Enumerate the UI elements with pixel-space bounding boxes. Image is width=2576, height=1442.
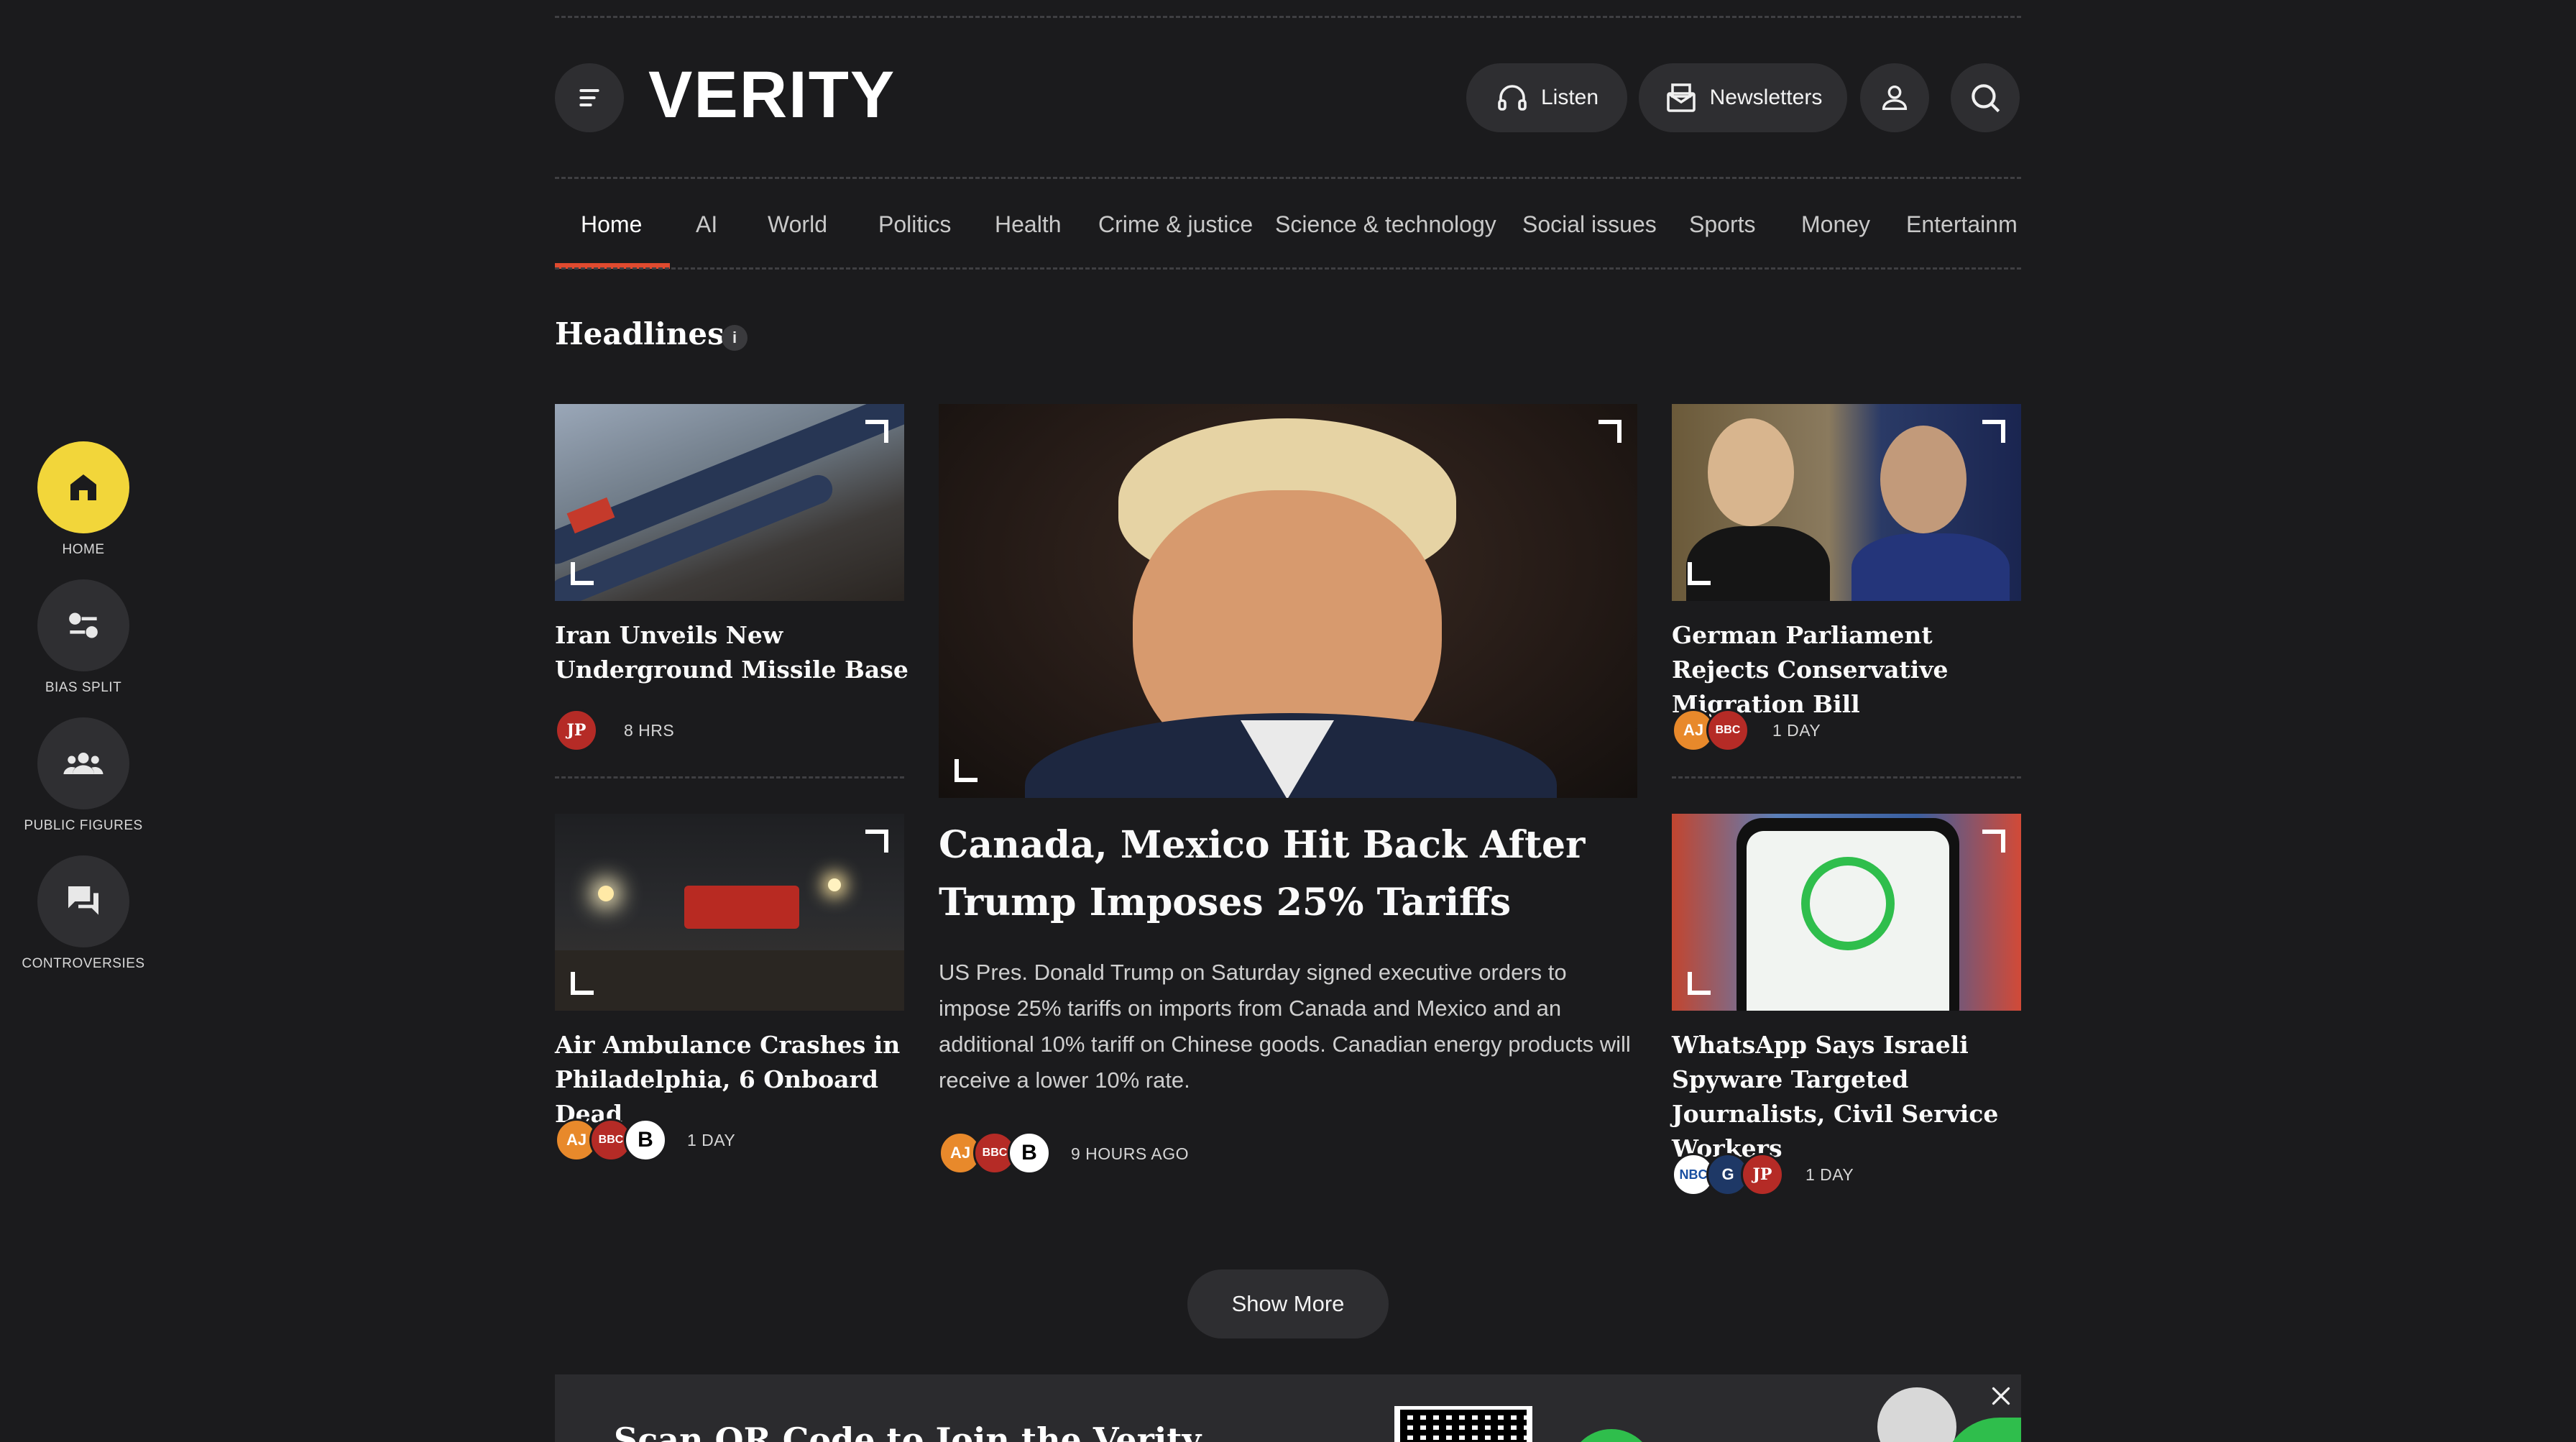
info-icon[interactable]: i (722, 325, 748, 351)
suit-shape (1852, 533, 2010, 601)
rail-bias-split-label: BIAS SPLIT (45, 680, 122, 695)
story-headline[interactable]: Iran Unveils New Underground Missile Bas… (555, 618, 914, 687)
newsletter-icon (1666, 83, 1696, 112)
nav-divider (555, 267, 2021, 270)
nav-tab-politics[interactable]: Politics (878, 211, 951, 238)
story-image-german[interactable] (1672, 404, 2021, 601)
rail-home-button[interactable] (37, 441, 129, 533)
story-headline[interactable]: Air Ambulance Crashes in Philadelphia, 6… (555, 1028, 914, 1131)
expand-corner-icon (571, 972, 594, 995)
story-image-featured[interactable] (939, 404, 1637, 798)
rail-home-label: HOME (62, 542, 105, 557)
light-shape (598, 886, 614, 901)
headphones-icon (1498, 85, 1527, 111)
info-icon-glyph: i (732, 329, 737, 346)
nav-tab-home[interactable]: Home (581, 211, 642, 238)
featured-summary: US Pres. Donald Trump on Saturday signed… (939, 960, 1631, 1093)
top-divider (555, 16, 2021, 18)
close-icon (1992, 1387, 2010, 1405)
close-banner-button[interactable] (1988, 1383, 2014, 1409)
header-divider (555, 177, 2021, 179)
newsletters-button[interactable]: Newsletters (1639, 63, 1847, 132)
rail-bias-split-button[interactable] (37, 579, 129, 671)
app-promo-banner: Scan QR Code to Join the Verity (555, 1374, 2021, 1442)
story-time: 9 HOURS AGO (1071, 1144, 1189, 1163)
rail-controversies-button[interactable] (37, 855, 129, 947)
story-time: 1 DAY (1806, 1165, 1854, 1184)
story-image-iran[interactable] (555, 404, 904, 601)
nav-tab-science-technology[interactable]: Science & technology (1275, 211, 1496, 238)
expand-corner-icon (1598, 420, 1622, 443)
nav-tab-money[interactable]: Money (1801, 211, 1870, 238)
decor-shape (1568, 1429, 1655, 1442)
expand-corner-icon (1982, 420, 2005, 443)
story-time: 8 HRS (624, 721, 675, 740)
expand-corner-icon (1688, 562, 1711, 585)
expand-corner-icon (1982, 830, 2005, 853)
chat-icon (68, 886, 98, 915)
ground-shape (555, 950, 904, 1011)
show-more-button[interactable]: Show More (1187, 1269, 1389, 1338)
qr-code-image (1394, 1406, 1532, 1442)
story-image-air-ambulance[interactable] (555, 814, 904, 1011)
nav-tab-sports[interactable]: Sports (1689, 211, 1755, 238)
nav-tab-entertainment[interactable]: Entertainm (1906, 211, 2018, 238)
expand-corner-icon (571, 562, 594, 585)
menu-button[interactable] (555, 63, 624, 132)
story-time: 1 DAY (687, 1131, 736, 1149)
expand-corner-icon (865, 830, 888, 853)
person-illustration (1877, 1387, 1956, 1442)
missile-shape (555, 404, 904, 569)
nav-tab-world[interactable]: World (768, 211, 827, 238)
rail-public-figures-label: PUBLIC FIGURES (24, 818, 143, 833)
face-shape (1880, 426, 1966, 533)
source-logo-breitbart[interactable]: B (624, 1119, 667, 1162)
listen-label: Listen (1540, 86, 1599, 109)
verity-logo[interactable]: VERITY (648, 58, 896, 133)
nav-tab-social-issues[interactable]: Social issues (1522, 211, 1657, 238)
expand-corner-icon (954, 759, 978, 782)
qr-pattern (1400, 1410, 1527, 1442)
featured-headline[interactable]: Canada, Mexico Hit Back After Trump Impo… (939, 817, 1637, 932)
nav-tab-crime-justice[interactable]: Crime & justice (1098, 211, 1253, 238)
source-logo-bbc[interactable]: BBC (1706, 709, 1749, 752)
menu-icon (579, 89, 599, 106)
nav-tab-ai[interactable]: AI (696, 211, 717, 238)
story-image-whatsapp[interactable] (1672, 814, 2021, 1011)
rail-public-figures-button[interactable] (37, 717, 129, 809)
people-icon (63, 753, 104, 774)
search-button[interactable] (1951, 63, 2020, 132)
banner-title: Scan QR Code to Join the Verity (614, 1420, 1202, 1442)
sliders-icon (69, 612, 98, 638)
source-logo-jp[interactable]: JP (1741, 1153, 1784, 1196)
source-logo-jp[interactable]: JP (555, 709, 598, 752)
light-shape (828, 878, 841, 891)
story-headline[interactable]: WhatsApp Says Israeli Spyware Targeted J… (1672, 1028, 2031, 1166)
home-icon (70, 474, 96, 500)
search-icon (1972, 84, 2000, 113)
story-time: 1 DAY (1772, 721, 1821, 740)
source-logo-breitbart[interactable]: B (1008, 1131, 1051, 1175)
nav-tab-health[interactable]: Health (995, 211, 1062, 238)
vehicle-shape (684, 886, 799, 929)
listen-button[interactable]: Listen (1466, 63, 1627, 132)
whatsapp-icon (1801, 857, 1895, 950)
face-shape (1708, 418, 1794, 526)
section-title: Headlines (555, 316, 724, 352)
expand-corner-icon (1688, 972, 1711, 995)
story-headline[interactable]: German Parliament Rejects Conservative M… (1672, 618, 2021, 722)
newsletters-label: Newsletters (1709, 86, 1823, 109)
card-divider (555, 776, 904, 779)
user-icon (1882, 85, 1908, 111)
expand-corner-icon (865, 420, 888, 443)
rail-controversies-label: CONTROVERSIES (22, 956, 145, 971)
category-nav: Home AI World Politics Health Crime & ju… (555, 194, 2021, 269)
account-button[interactable] (1860, 63, 1929, 132)
card-divider (1672, 776, 2021, 779)
